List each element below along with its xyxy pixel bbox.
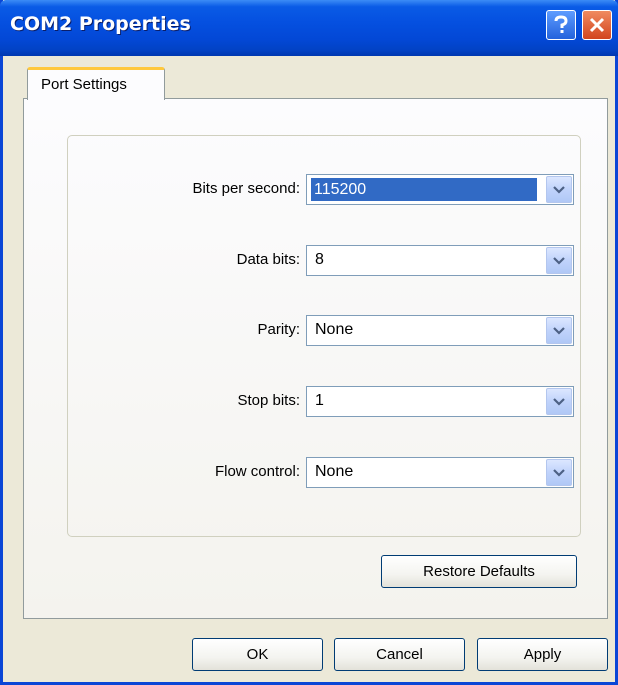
- ok-button[interactable]: OK: [192, 638, 323, 671]
- combo-value: 115200: [311, 178, 537, 201]
- dropdown-button[interactable]: [546, 388, 572, 415]
- cancel-button[interactable]: Cancel: [334, 638, 465, 671]
- help-button[interactable]: [546, 10, 576, 40]
- tab-port-settings[interactable]: Port Settings: [27, 67, 165, 100]
- data-bits-combo[interactable]: 8: [306, 245, 574, 276]
- stop-bits-label: Stop bits:: [237, 392, 300, 409]
- dialog-window: COM2 Properties Port Settings Bits per s…: [0, 0, 618, 685]
- close-button[interactable]: [582, 10, 612, 40]
- parity-combo[interactable]: None: [306, 315, 574, 346]
- stop-bits-combo[interactable]: 1: [306, 386, 574, 417]
- combo-value: 1: [315, 392, 324, 409]
- apply-button[interactable]: Apply: [477, 638, 608, 671]
- combo-value: 8: [315, 251, 324, 268]
- chevron-down-icon: [553, 252, 565, 270]
- dropdown-button[interactable]: [546, 176, 572, 203]
- dropdown-button[interactable]: [546, 459, 572, 486]
- title-bar[interactable]: COM2 Properties: [0, 0, 618, 56]
- chevron-down-icon: [553, 464, 565, 482]
- flow-control-combo[interactable]: None: [306, 457, 574, 488]
- combo-value: None: [315, 321, 354, 338]
- question-mark-icon: [552, 15, 570, 35]
- combo-value: None: [315, 463, 354, 480]
- settings-group: Bits per second: 115200 Data bits: 8 Par…: [67, 135, 581, 537]
- dropdown-button[interactable]: [546, 247, 572, 274]
- chevron-down-icon: [553, 181, 565, 199]
- port-settings-panel: Bits per second: 115200 Data bits: 8 Par…: [23, 98, 608, 619]
- restore-defaults-button[interactable]: Restore Defaults: [381, 555, 577, 588]
- bits-per-second-combo[interactable]: 115200: [306, 174, 574, 205]
- dropdown-button[interactable]: [546, 317, 572, 344]
- tab-label: Port Settings: [41, 76, 127, 93]
- bits-per-second-label: Bits per second:: [192, 180, 300, 197]
- parity-label: Parity:: [257, 321, 300, 338]
- flow-control-label: Flow control:: [214, 463, 300, 480]
- window-title: COM2 Properties: [10, 13, 191, 35]
- close-x-icon: [588, 16, 606, 34]
- data-bits-label: Data bits:: [236, 251, 300, 268]
- chevron-down-icon: [553, 322, 565, 340]
- chevron-down-icon: [553, 393, 565, 411]
